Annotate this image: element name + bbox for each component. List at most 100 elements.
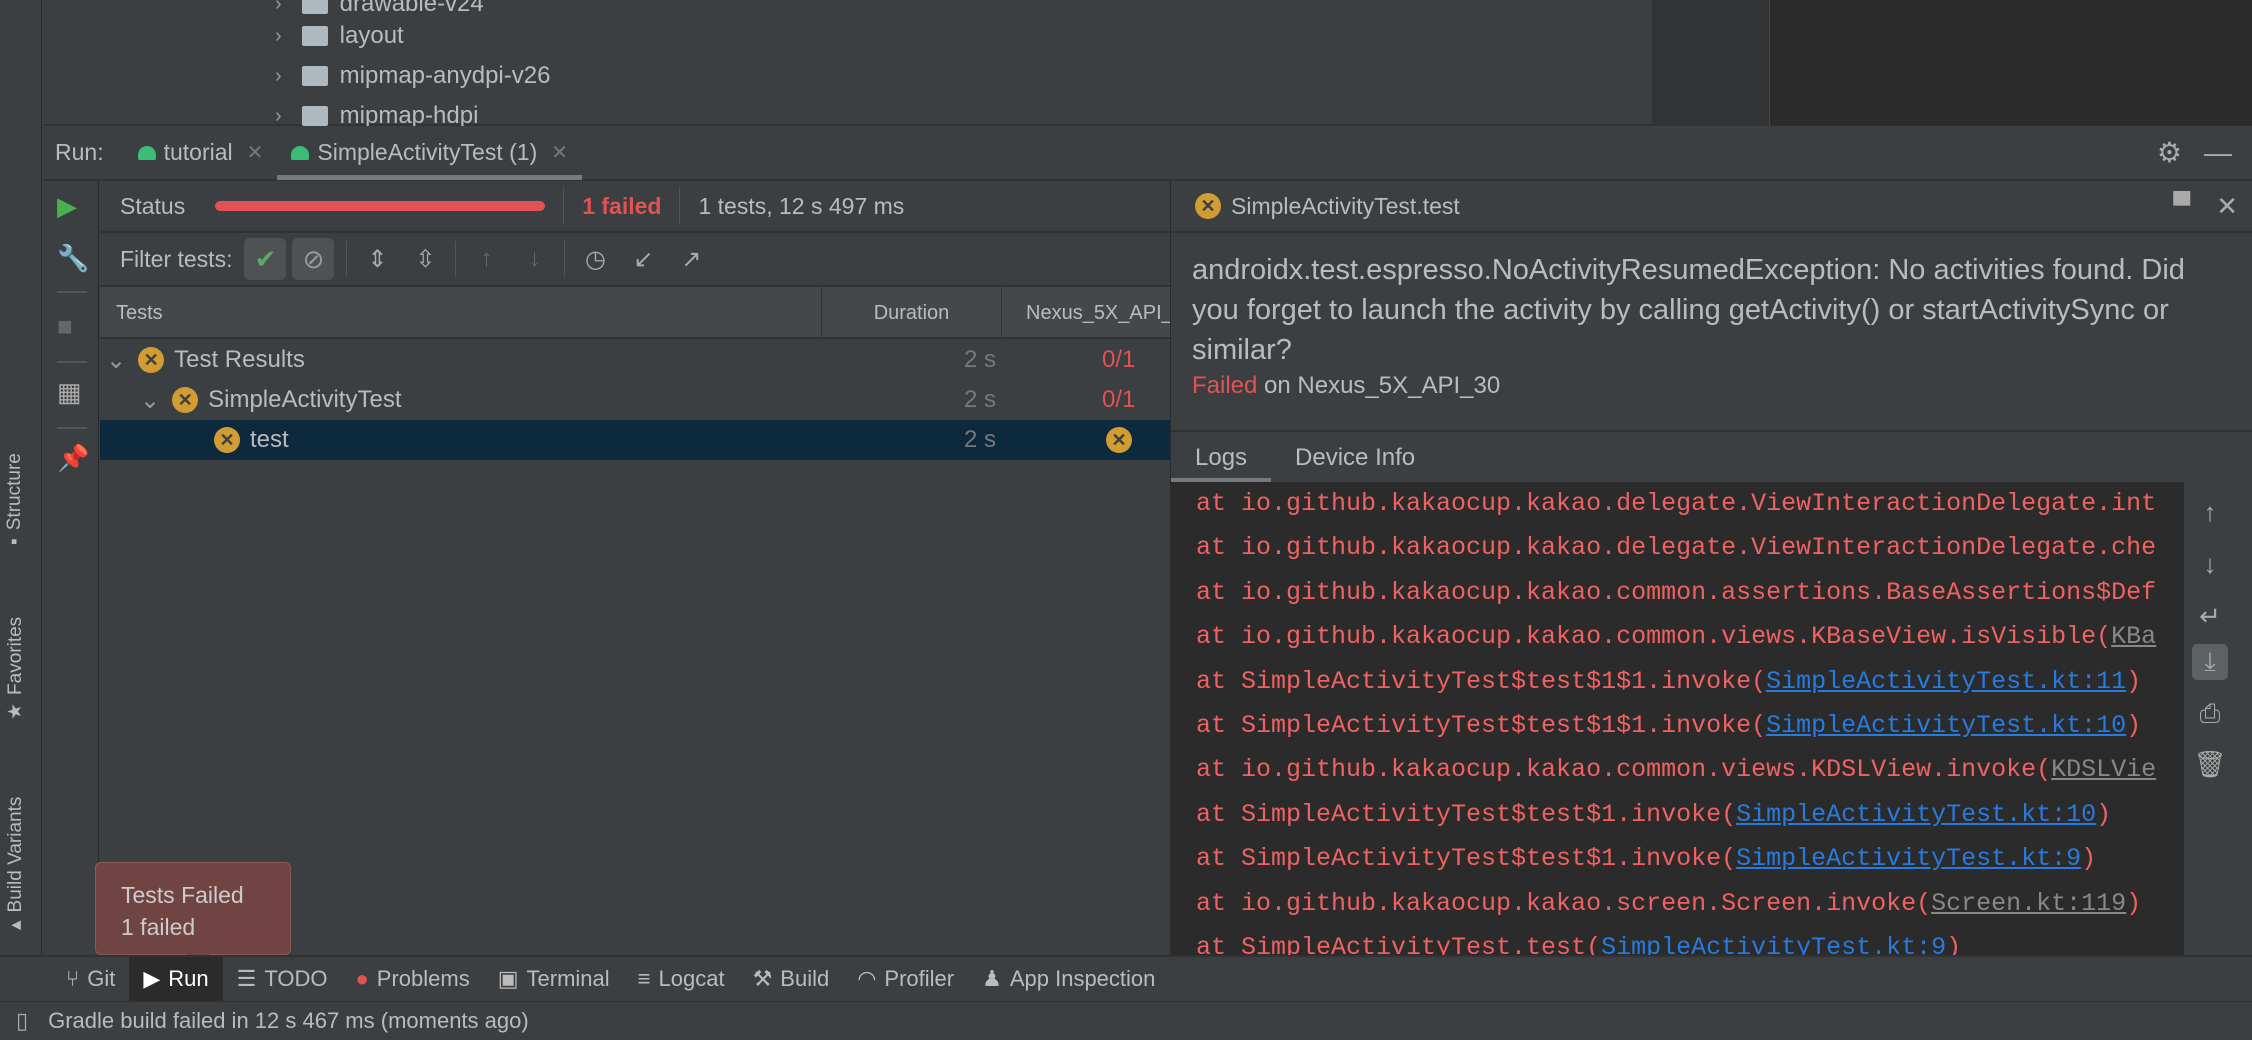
log-line: at SimpleActivityTest$test$1.invoke(Simp…	[1196, 844, 2097, 874]
side-tab-build-variants[interactable]: ▴ Build Variants	[4, 797, 27, 930]
failed-icon: ✕	[214, 427, 240, 453]
gear-icon[interactable]: ⚙	[2157, 136, 2182, 169]
error-icon: ●	[355, 966, 369, 991]
status-message[interactable]: Gradle build failed in 12 s 467 ms (mome…	[48, 1008, 529, 1034]
run-tab-simpleactivitytest[interactable]: SimpleActivityTest (1) ✕	[277, 125, 582, 180]
arrow-up-icon[interactable]: ↑	[2192, 494, 2228, 530]
tool-tab-problems[interactable]: ● Problems	[342, 957, 484, 1001]
next-failed-icon[interactable]: ↓	[516, 245, 552, 273]
table-row[interactable]: ⌄ ✕ Test Results 2 s 0/1	[100, 340, 1170, 380]
source-link[interactable]: SimpleActivityTest.kt:9	[1736, 844, 2081, 873]
tool-tab-run[interactable]: ▶ Run	[129, 957, 223, 1001]
tab-device-info[interactable]: Device Info	[1271, 444, 1439, 482]
tool-tab-app-inspection[interactable]: ♟ App Inspection	[968, 957, 1169, 1001]
trash-icon[interactable]: 🗑	[2192, 746, 2228, 782]
pin-icon[interactable]: 📌	[57, 443, 89, 474]
stop-icon[interactable]: ■	[57, 311, 73, 342]
android-icon	[137, 145, 156, 160]
tool-tab-todo[interactable]: ☰ TODO	[223, 957, 342, 1001]
source-link[interactable]: Screen.kt:119	[1931, 889, 2126, 918]
failed-icon: ✕	[1106, 427, 1132, 453]
column-duration[interactable]: Duration	[822, 287, 1002, 339]
source-link[interactable]: SimpleActivityTest.kt:11	[1766, 667, 2126, 696]
failed-icon: ✕	[138, 347, 165, 373]
source-link[interactable]: SimpleActivityTest.kt:9	[1601, 933, 1946, 955]
arrow-down-icon[interactable]: ↓	[2192, 546, 2228, 582]
log-line: at io.github.kakaocup.kakao.common.views…	[1196, 755, 2157, 785]
previous-failed-icon[interactable]: ↑	[468, 245, 504, 273]
log-output[interactable]: at io.github.kakaocup.kakao.delegate.Vie…	[1171, 482, 2184, 955]
log-line: at SimpleActivityTest$test$1.invoke(Simp…	[1196, 799, 2112, 829]
soft-wrap-icon[interactable]: ↵	[2192, 598, 2228, 634]
log-line: at io.github.kakaocup.kakao.delegate.Vie…	[1196, 489, 2157, 518]
tab-logs[interactable]: Logs	[1171, 444, 1272, 482]
structure-icon: ▪	[4, 538, 25, 545]
bottom-tool-bar: ⑂ Git ▶ Run ☰ TODO ● Problems ▣ Terminal ≡ Log…	[0, 955, 2252, 1001]
column-device[interactable]: Nexus_5X_API_30	[1002, 287, 1170, 339]
source-link[interactable]: SimpleActivityTest.kt:10	[1736, 800, 2096, 829]
tool-tab-profiler[interactable]: ◠ Profiler	[843, 957, 968, 1001]
show-passed-toggle[interactable]: ✔	[244, 238, 287, 280]
side-tab-favorites[interactable]: ★ Favorites	[4, 617, 27, 720]
git-icon: ⑂	[66, 966, 80, 991]
tool-tab-git[interactable]: ⑂ Git	[52, 957, 129, 1001]
folder-icon	[301, 26, 328, 46]
scroll-to-end-icon[interactable]: ⤓	[2192, 644, 2228, 680]
table-row[interactable]: ✕ test 2 s ✕	[100, 420, 1170, 460]
inspection-icon: ♟	[982, 966, 1002, 991]
restore-icon[interactable]: ▀	[2173, 192, 2190, 220]
expand-all-icon[interactable]: ⇕	[359, 245, 395, 274]
tree-item[interactable]: › drawable-v24	[275, 0, 484, 18]
run-tab-tutorial[interactable]: tutorial ✕	[124, 125, 278, 180]
layout-icon[interactable]: ▦	[57, 377, 82, 408]
folder-icon	[301, 0, 328, 14]
tree-item[interactable]: › mipmap-anydpi-v26	[275, 62, 550, 90]
export-icon[interactable]: ↗	[673, 245, 709, 274]
source-link[interactable]: SimpleActivityTest.kt:10	[1766, 711, 2126, 740]
editor-gutter	[1769, 0, 2252, 126]
chevron-down-icon[interactable]: ⌄	[140, 386, 160, 415]
project-tree: › drawable-v24 › layout › mipmap-anydpi-v26…	[43, 0, 1652, 129]
run-label: Run:	[55, 139, 104, 165]
column-tests[interactable]: Tests	[100, 287, 822, 339]
show-ignored-toggle[interactable]: ⊘	[292, 238, 335, 280]
run-toolbar: ▶ 🔧 ■ ▦ 📌	[43, 181, 99, 955]
log-line: at io.github.kakaocup.kakao.delegate.Vie…	[1196, 533, 2157, 563]
tool-tab-terminal[interactable]: ▣ Terminal	[484, 957, 624, 1001]
rerun-icon[interactable]: ▶	[57, 191, 77, 222]
folder-icon	[301, 106, 328, 126]
table-row[interactable]: ⌄ ✕ SimpleActivityTest 2 s 0/1	[100, 380, 1170, 420]
panel-toggle-icon[interactable]: ▯	[16, 1008, 28, 1034]
detail-title: SimpleActivityTest.test	[1231, 192, 1460, 219]
side-tab-structure[interactable]: ▪ Structure	[4, 453, 26, 545]
import-icon[interactable]: ↙	[625, 245, 661, 274]
log-line: at io.github.kakaocup.kakao.common.views…	[1196, 622, 2157, 652]
failed-on-device: Failed on Nexus_5X_API_30	[1192, 372, 1501, 399]
test-summary: 1 tests, 12 s 497 ms	[698, 192, 905, 219]
run-tab-bar: Run: tutorial ✕ SimpleActivityTest (1) ✕ ⚙…	[43, 126, 2252, 181]
android-icon: ▴	[5, 920, 26, 930]
collapse-all-icon[interactable]: ⇳	[407, 245, 443, 274]
log-line: at SimpleActivityTest$test$1$1.invoke(Si…	[1196, 710, 2142, 740]
wrench-icon[interactable]: 🔧	[57, 243, 89, 274]
tool-tab-logcat[interactable]: ≡ Logcat	[624, 957, 739, 1001]
print-icon[interactable]: ⎙	[2192, 696, 2228, 732]
history-icon[interactable]: ◷	[577, 245, 613, 274]
log-line: at SimpleActivityTest.test(SimpleActivit…	[1171, 926, 2184, 955]
chevron-right-icon: ›	[275, 64, 282, 87]
failed-icon: ✕	[172, 387, 199, 413]
minimize-icon[interactable]: —	[2204, 137, 2232, 169]
log-toolbar: ↑ ↓ ↵ ⤓ ⎙ 🗑	[2184, 482, 2236, 955]
chevron-down-icon[interactable]: ⌄	[106, 346, 126, 375]
close-icon[interactable]: ✕	[551, 140, 568, 165]
log-line: at io.github.kakaocup.kakao.screen.Scree…	[1196, 888, 2142, 918]
close-icon[interactable]: ✕	[247, 140, 264, 165]
close-icon[interactable]: ✕	[2216, 191, 2238, 222]
tool-tab-build[interactable]: ⚒ Build	[739, 957, 844, 1001]
source-link[interactable]: KBa	[2111, 622, 2156, 651]
source-link[interactable]: KDSLVie	[2051, 755, 2156, 784]
filter-toolbar: Filter tests: ✔ ⊘ ⇕ ⇳ ↑ ↓ ◷ ↙ ↗	[100, 233, 1170, 287]
profiler-icon: ◠	[857, 966, 877, 991]
detail-tabs: Logs Device Info	[1171, 430, 2252, 482]
tree-item[interactable]: › layout	[275, 22, 404, 50]
